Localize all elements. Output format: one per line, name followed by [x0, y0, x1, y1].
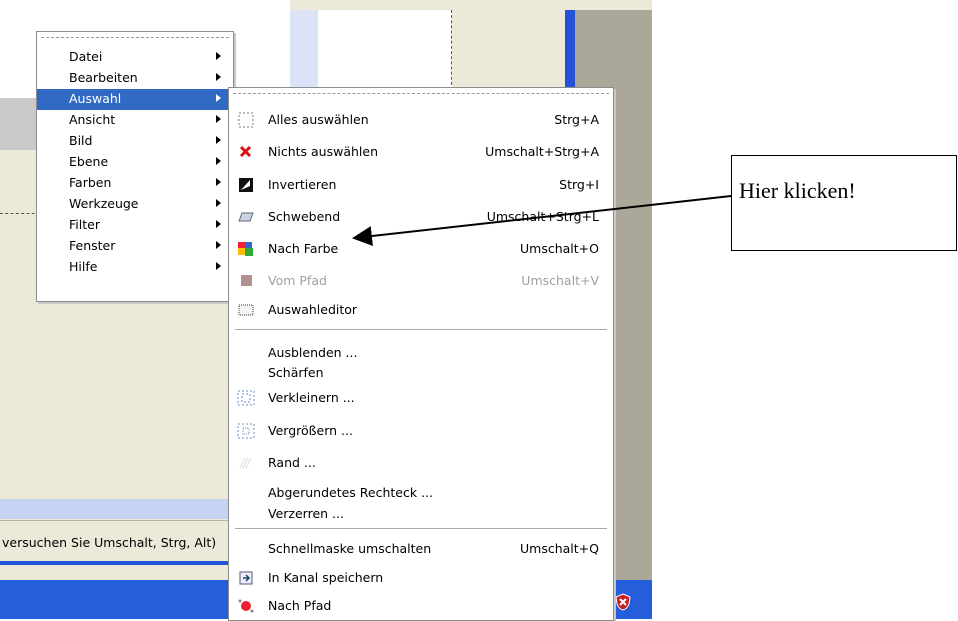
border-icon: [239, 457, 252, 469]
security-shield-icon[interactable]: [614, 593, 632, 611]
submenu-item-label: Verzerren ...: [268, 506, 344, 521]
canvas-guide-line-2: [0, 213, 40, 214]
save-channel-icon: [239, 571, 253, 585]
submenu-item-shortcut: Umschalt+Strg+L: [486, 209, 599, 224]
submenu-arrow-icon: [216, 94, 221, 102]
auswahl-submenu: Alles auswählen Strg+A Nichts auswählen …: [228, 87, 614, 621]
menu-item-label: Bild: [69, 133, 93, 148]
menu-item-filter[interactable]: Filter: [37, 215, 233, 236]
menu-separator: [235, 528, 607, 529]
submenu-item-schaerfen[interactable]: Schärfen: [229, 361, 613, 385]
submenu-item-label: Verkleinern ...: [268, 390, 355, 405]
menu-item-auswahl[interactable]: Auswahl: [37, 89, 233, 110]
menu-item-label: Farben: [69, 175, 112, 190]
canvas-guide-line: [451, 10, 452, 90]
menu-item-fenster[interactable]: Fenster: [37, 236, 233, 257]
menu-item-ebene[interactable]: Ebene: [37, 152, 233, 173]
canvas-white-area-2: [318, 10, 452, 90]
menu-item-label: Hilfe: [69, 259, 98, 274]
submenu-item-shortcut: Strg+A: [554, 112, 599, 127]
shrink-icon: [237, 390, 255, 406]
submenu-item-auswahleditor[interactable]: Auswahleditor: [229, 298, 613, 322]
menu-item-label: Werkzeuge: [69, 196, 139, 211]
menu-item-bearbeiten[interactable]: Bearbeiten: [37, 68, 233, 89]
submenu-item-shortcut: Umschalt+Q: [520, 541, 599, 556]
submenu-item-label: Schwebend: [268, 209, 341, 224]
submenu-item-vergroessern[interactable]: Vergrößern ...: [229, 419, 613, 443]
submenu-arrow-icon: [216, 262, 221, 270]
submenu-item-label: Vergrößern ...: [268, 423, 353, 438]
submenu-arrow-icon: [216, 199, 221, 207]
submenu-item-label: Nach Pfad: [268, 598, 332, 613]
submenu-arrow-icon: [216, 73, 221, 81]
submenu-item-vom-pfad[interactable]: Vom Pfad Umschalt+V: [229, 269, 613, 293]
menu-item-werkzeuge[interactable]: Werkzeuge: [37, 194, 233, 215]
by-color-icon: [238, 242, 253, 256]
menu-item-datei[interactable]: Datei: [37, 47, 233, 68]
submenu-item-label: Schärfen: [268, 365, 324, 380]
menu-item-ansicht[interactable]: Ansicht: [37, 110, 233, 131]
annotation-callout: Hier klicken!: [731, 155, 957, 251]
submenu-item-schnellmaske-umschalten[interactable]: Schnellmaske umschalten Umschalt+Q: [229, 537, 613, 561]
submenu-item-label: Abgerundetes Rechteck ...: [268, 485, 434, 500]
submenu-item-shortcut: Umschalt+O: [520, 241, 599, 256]
submenu-item-shortcut: Umschalt+V: [521, 273, 599, 288]
select-all-icon: [238, 112, 254, 128]
submenu-item-invertieren[interactable]: Invertieren Strg+I: [229, 173, 613, 197]
submenu-item-in-kanal-speichern[interactable]: In Kanal speichern: [229, 566, 613, 590]
menu-separator: [235, 329, 607, 330]
selection-editor-icon: [238, 304, 254, 316]
submenu-item-alles-auswaehlen[interactable]: Alles auswählen Strg+A: [229, 108, 613, 132]
menu-item-hilfe[interactable]: Hilfe: [37, 257, 233, 278]
submenu-arrow-icon: [216, 136, 221, 144]
menu-item-bild[interactable]: Bild: [37, 131, 233, 152]
to-path-icon: [238, 599, 254, 613]
statusbar-text: versuchen Sie Umschalt, Strg, Alt): [2, 535, 217, 550]
menu-item-label: Auswahl: [69, 91, 122, 106]
callout-text: Hier klicken!: [739, 178, 856, 203]
submenu-arrow-icon: [216, 178, 221, 186]
main-menu: Datei Bearbeiten Auswahl Ansicht Bild Eb…: [36, 31, 234, 302]
submenu-item-nach-pfad[interactable]: Nach Pfad: [229, 594, 613, 618]
submenu-arrow-icon: [216, 52, 221, 60]
submenu-tearoff[interactable]: [233, 93, 609, 94]
grow-icon: [237, 423, 255, 439]
submenu-item-nach-farbe[interactable]: Nach Farbe Umschalt+O: [229, 237, 613, 261]
submenu-item-label: Ausblenden ...: [268, 345, 358, 360]
submenu-item-label: In Kanal speichern: [268, 570, 384, 585]
submenu-item-label: Alles auswählen: [268, 112, 369, 127]
submenu-item-label: Vom Pfad: [268, 273, 327, 288]
menu-item-label: Filter: [69, 217, 100, 232]
submenu-item-label: Invertieren: [268, 177, 337, 192]
submenu-item-label: Nichts auswählen: [268, 144, 378, 159]
menu-item-farben[interactable]: Farben: [37, 173, 233, 194]
menu-item-label: Ebene: [69, 154, 109, 169]
menu-item-label: Ansicht: [69, 112, 116, 127]
submenu-item-shortcut: Strg+I: [559, 177, 599, 192]
submenu-arrow-icon: [216, 115, 221, 123]
submenu-item-verzerren[interactable]: Verzerren ...: [229, 502, 613, 526]
submenu-item-verkleinern[interactable]: Verkleinern ...: [229, 386, 613, 410]
invert-icon: [239, 178, 253, 192]
submenu-item-schwebend[interactable]: Schwebend Umschalt+Strg+L: [229, 205, 613, 229]
menu-tearoff[interactable]: [41, 37, 229, 38]
submenu-arrow-icon: [216, 157, 221, 165]
submenu-item-label: Rand ...: [268, 455, 316, 470]
submenu-item-shortcut: Umschalt+Strg+A: [485, 144, 599, 159]
submenu-item-rand[interactable]: Rand ...: [229, 451, 613, 475]
submenu-arrow-icon: [216, 241, 221, 249]
float-icon: [238, 212, 254, 222]
submenu-item-label: Nach Farbe: [268, 241, 339, 256]
submenu-arrow-icon: [216, 220, 221, 228]
submenu-item-nichts-auswaehlen[interactable]: Nichts auswählen Umschalt+Strg+A: [229, 140, 613, 164]
menu-item-label: Fenster: [69, 238, 116, 253]
menu-item-label: Datei: [69, 49, 103, 64]
menu-item-label: Bearbeiten: [69, 70, 138, 85]
submenu-item-label: Auswahleditor: [268, 302, 358, 317]
submenu-item-label: Schnellmaske umschalten: [268, 541, 432, 556]
select-none-icon: [239, 145, 252, 158]
from-path-icon: [241, 275, 252, 286]
